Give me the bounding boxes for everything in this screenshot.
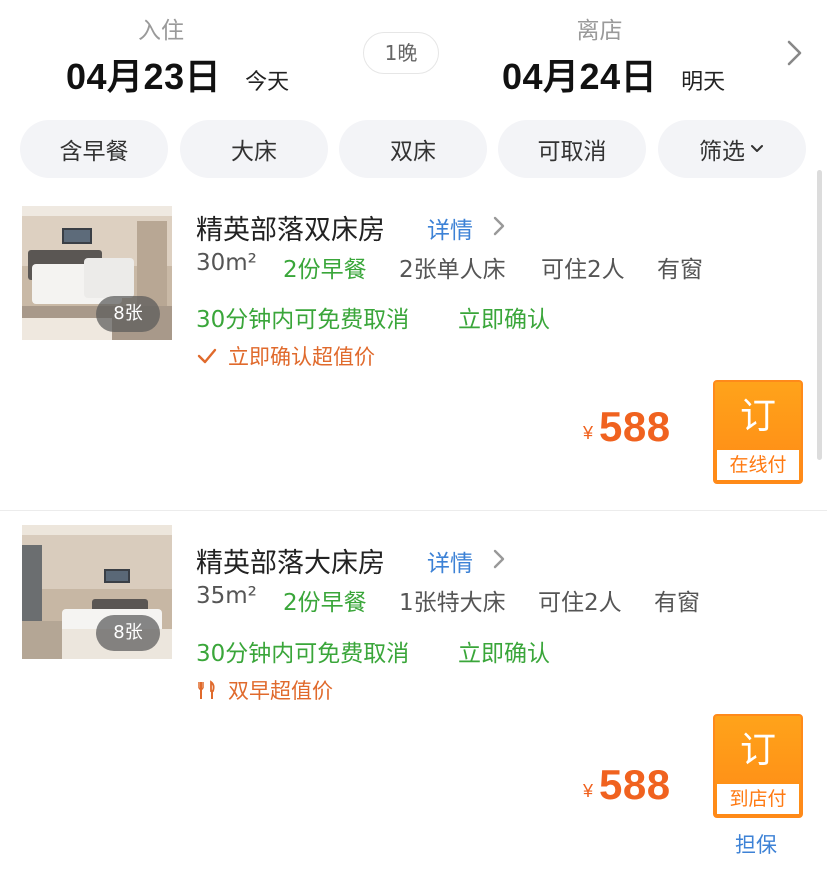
- room-card[interactable]: 8张 精英部落双床房 详情 30m² 2份早餐 2张单人床 可住2人 有窗 30…: [0, 190, 817, 510]
- checkin-date-value: 04月23日: [66, 56, 222, 97]
- filter-bar: 含早餐 大床 双床 可取消 筛选: [20, 120, 810, 178]
- filter-label: 双床: [390, 139, 436, 165]
- chevron-right-icon[interactable]: [492, 548, 506, 570]
- perk-text: 立即确认超值价: [228, 345, 375, 369]
- filter-label: 大床: [231, 139, 277, 165]
- cancellation-policy: 30分钟内可免费取消: [196, 307, 410, 333]
- room-area: 35m²: [196, 583, 257, 609]
- filter-king-bed[interactable]: 大床: [180, 120, 328, 178]
- price-amount: 588: [599, 403, 671, 450]
- perk-tag: 立即确认超值价: [196, 341, 375, 371]
- room-photo[interactable]: 8张: [22, 206, 172, 340]
- occupancy: 可住2人: [538, 590, 622, 616]
- filter-cancellable[interactable]: 可取消: [498, 120, 646, 178]
- bed-type: 1张特大床: [399, 590, 506, 616]
- price-currency: ¥: [583, 423, 594, 443]
- cancellation-policy: 30分钟内可免费取消: [196, 641, 410, 667]
- room-name[interactable]: 精英部落大床房: [196, 541, 385, 580]
- price-amount: 588: [599, 761, 671, 808]
- book-label: 订: [739, 396, 776, 437]
- chevron-right-icon[interactable]: [492, 215, 506, 237]
- filter-breakfast[interactable]: 含早餐: [20, 120, 168, 178]
- room-photo[interactable]: 8张: [22, 525, 172, 659]
- filter-more[interactable]: 筛选: [658, 120, 806, 178]
- checkout-label: 离店: [576, 18, 623, 44]
- checkout-relative-day: 明天: [681, 70, 726, 95]
- check-icon: [197, 348, 217, 364]
- filter-label: 含早餐: [59, 139, 129, 165]
- guarantee-link[interactable]: 担保: [735, 829, 777, 859]
- price-currency: ¥: [583, 781, 594, 801]
- photo-count-badge: 8张: [96, 615, 160, 651]
- nights-badge: 1晚: [363, 32, 439, 74]
- chevron-down-icon: [751, 145, 763, 152]
- room-details-link[interactable]: 详情: [427, 211, 473, 245]
- window-info: 有窗: [657, 257, 703, 283]
- date-header[interactable]: 入住 04月23日 今天 1晚 离店 04月24日 明天: [0, 0, 827, 110]
- filter-twin-bed[interactable]: 双床: [339, 120, 487, 178]
- occupancy: 可住2人: [541, 257, 625, 283]
- checkin-relative-day: 今天: [245, 70, 290, 95]
- instant-confirm: 立即确认: [458, 307, 550, 333]
- book-button[interactable]: 订 到店付: [713, 714, 803, 818]
- book-button[interactable]: 订 在线付: [713, 380, 803, 484]
- photo-count-badge: 8张: [96, 296, 160, 332]
- checkin-label: 入住: [138, 18, 184, 44]
- breakfast-info: 2份早餐: [283, 590, 367, 616]
- scrollbar[interactable]: [817, 170, 822, 460]
- payment-type: 在线付: [717, 450, 799, 480]
- room-name[interactable]: 精英部落双床房: [196, 208, 385, 247]
- chevron-right-icon[interactable]: [784, 38, 806, 68]
- checkout-date[interactable]: 离店 04月24日 明天: [502, 16, 725, 100]
- book-label: 订: [739, 730, 776, 771]
- perk-tag: 双早超值价: [196, 675, 333, 705]
- window-info: 有窗: [654, 590, 700, 616]
- room-details-link[interactable]: 详情: [427, 544, 473, 578]
- perk-text: 双早超值价: [228, 679, 333, 703]
- room-area: 30m²: [196, 250, 257, 276]
- filter-label: 可取消: [537, 139, 607, 165]
- breakfast-info: 2份早餐: [283, 257, 367, 283]
- filter-label: 筛选: [699, 139, 745, 165]
- payment-type: 到店付: [717, 784, 799, 814]
- room-price: ¥588: [583, 403, 671, 451]
- checkin-date[interactable]: 入住 04月23日 今天: [66, 16, 289, 100]
- room-card[interactable]: 8张 精英部落大床房 详情 35m² 2份早餐 1张特大床 可住2人 有窗 30…: [0, 512, 817, 881]
- room-price: ¥588: [583, 761, 671, 809]
- checkout-date-value: 04月24日: [502, 56, 658, 97]
- bed-type: 2张单人床: [399, 257, 506, 283]
- utensils-icon: [198, 680, 215, 699]
- instant-confirm: 立即确认: [458, 641, 550, 667]
- room-divider: [0, 510, 827, 511]
